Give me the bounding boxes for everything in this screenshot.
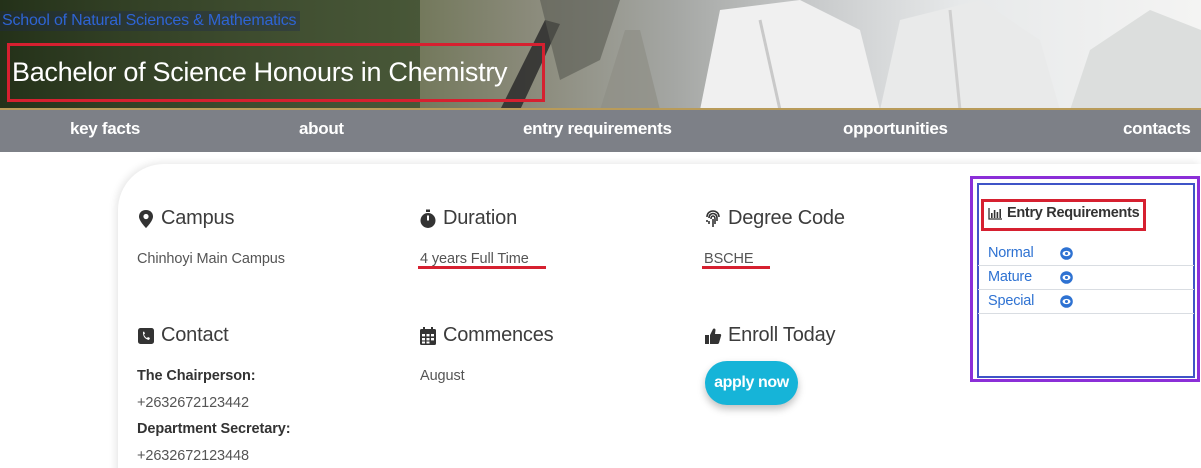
requirement-normal[interactable]: Normal [978, 242, 1194, 266]
requirement-label: Mature [988, 269, 1032, 285]
campus-label: Campus [161, 207, 235, 229]
page-title: Bachelor of Science Honours in Chemistry [12, 57, 508, 87]
nav-opportunities[interactable]: opportunities [843, 110, 948, 150]
phone-square-icon [138, 327, 154, 344]
contact-heading: Contact [137, 324, 229, 347]
nav-entry-requirements[interactable]: entry requirements [523, 110, 672, 150]
requirement-special[interactable]: Special [978, 290, 1194, 314]
hero-banner: School of Natural Sciences & Mathematics… [0, 0, 1201, 110]
secretary-phone: +2632672123448 [137, 448, 249, 464]
program-nav: key facts about entry requirements oppor… [0, 108, 1201, 152]
campus-value: Chinhoyi Main Campus [137, 251, 285, 267]
requirement-mature[interactable]: Mature [978, 266, 1194, 290]
nav-contacts[interactable]: contacts [1123, 110, 1191, 150]
enroll-heading: Enroll Today [704, 324, 836, 347]
enroll-label: Enroll Today [728, 324, 836, 346]
duration-heading: Duration [419, 207, 517, 230]
commences-label: Commences [443, 324, 554, 346]
bar-chart-icon [988, 207, 1002, 220]
duration-value: 4 years Full Time [420, 251, 529, 267]
fingerprint-icon [706, 209, 720, 227]
nav-key-facts[interactable]: key facts [70, 110, 140, 150]
duration-label: Duration [443, 207, 517, 229]
degree-code-underline [702, 266, 770, 269]
entry-requirements-title: Entry Requirements [1007, 205, 1140, 221]
secretary-title: Department Secretary: [137, 421, 291, 437]
stopwatch-icon [420, 209, 436, 228]
requirement-label: Normal [988, 245, 1034, 261]
chairperson-phone: +2632672123442 [137, 395, 249, 411]
chairperson-title: The Chairperson: [137, 368, 256, 384]
eye-icon[interactable] [1060, 295, 1073, 308]
requirement-label: Special [988, 293, 1035, 309]
campus-heading: Campus [137, 207, 234, 230]
commences-value: August [420, 368, 465, 384]
calendar-icon [420, 326, 436, 345]
thumbs-up-icon [705, 327, 722, 344]
apply-now-button[interactable]: apply now [705, 361, 798, 405]
contact-label: Contact [161, 324, 229, 346]
eye-icon[interactable] [1060, 271, 1073, 284]
duration-underline [418, 266, 546, 269]
degree-code-label: Degree Code [728, 207, 845, 229]
entry-requirements-heading: Entry Requirements [988, 205, 1140, 221]
commences-heading: Commences [419, 324, 554, 347]
school-link[interactable]: School of Natural Sciences & Mathematics [0, 11, 301, 31]
nav-about[interactable]: about [299, 110, 344, 150]
degree-code-heading: Degree Code [704, 207, 845, 230]
map-marker-icon [139, 209, 153, 228]
eye-icon[interactable] [1060, 247, 1073, 260]
degree-code-value: BSCHE [704, 251, 754, 267]
